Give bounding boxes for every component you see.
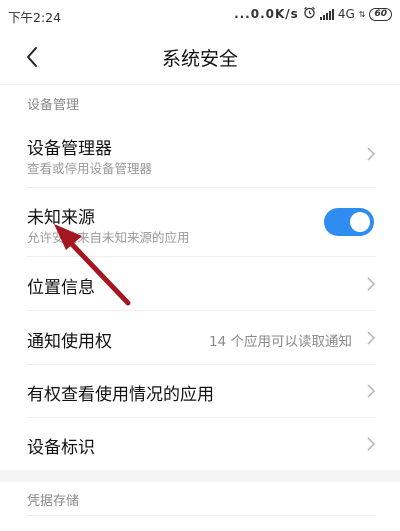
header-divider bbox=[0, 84, 400, 85]
chevron-right-icon bbox=[367, 331, 376, 345]
section-gap bbox=[0, 470, 400, 482]
battery-icon: 60 bbox=[369, 7, 392, 21]
row-location-info[interactable]: 位置信息 bbox=[0, 257, 400, 310]
row-value: 14 个应用可以读取通知 bbox=[209, 334, 352, 350]
row-unknown-sources[interactable]: 未知来源 允许安装来自未知来源的应用 bbox=[0, 188, 400, 256]
network-type: 4G bbox=[337, 7, 355, 21]
page-title: 系统安全 bbox=[161, 48, 238, 70]
status-bar: 下午2:24 ...0.0K/s 4G ⇅ 60 bbox=[0, 0, 400, 30]
section-label-credential-storage: 凭据存储 bbox=[27, 494, 80, 509]
row-subtitle: 查看或停用设备管理器 bbox=[27, 161, 153, 176]
row-device-id[interactable]: 设备标识 bbox=[0, 418, 400, 470]
signal-icon bbox=[319, 8, 334, 20]
data-arrows-icon: ⇅ bbox=[358, 9, 366, 19]
chevron-right-icon bbox=[367, 277, 376, 291]
row-subtitle: 允许安装来自未知来源的应用 bbox=[27, 230, 190, 245]
row-notification-access[interactable]: 通知使用权 14 个应用可以读取通知 bbox=[0, 311, 400, 364]
row-title: 设备管理器 bbox=[27, 139, 112, 159]
section-label-device-management: 设备管理 bbox=[27, 98, 80, 113]
row-device-admin[interactable]: 设备管理器 查看或停用设备管理器 bbox=[0, 120, 400, 186]
chevron-right-icon bbox=[367, 147, 376, 161]
status-time: 下午2:24 bbox=[8, 10, 62, 25]
app-header: 系统安全 bbox=[0, 30, 400, 84]
chevron-right-icon bbox=[367, 437, 376, 451]
chevron-right-icon bbox=[367, 384, 376, 398]
row-title: 通知使用权 bbox=[27, 332, 112, 352]
row-title: 未知来源 bbox=[27, 208, 95, 228]
toggle-knob bbox=[350, 212, 370, 232]
row-title: 设备标识 bbox=[27, 438, 95, 458]
row-usage-access[interactable]: 有权查看使用情况的应用 bbox=[0, 365, 400, 417]
divider bbox=[27, 515, 376, 516]
network-speed: ...0.0K/s bbox=[234, 7, 299, 21]
status-icons: ...0.0K/s 4G ⇅ 60 bbox=[234, 6, 392, 22]
row-title: 位置信息 bbox=[27, 278, 95, 298]
unknown-sources-toggle[interactable] bbox=[324, 208, 374, 236]
alarm-icon bbox=[303, 6, 316, 22]
row-title: 有权查看使用情况的应用 bbox=[27, 385, 214, 405]
